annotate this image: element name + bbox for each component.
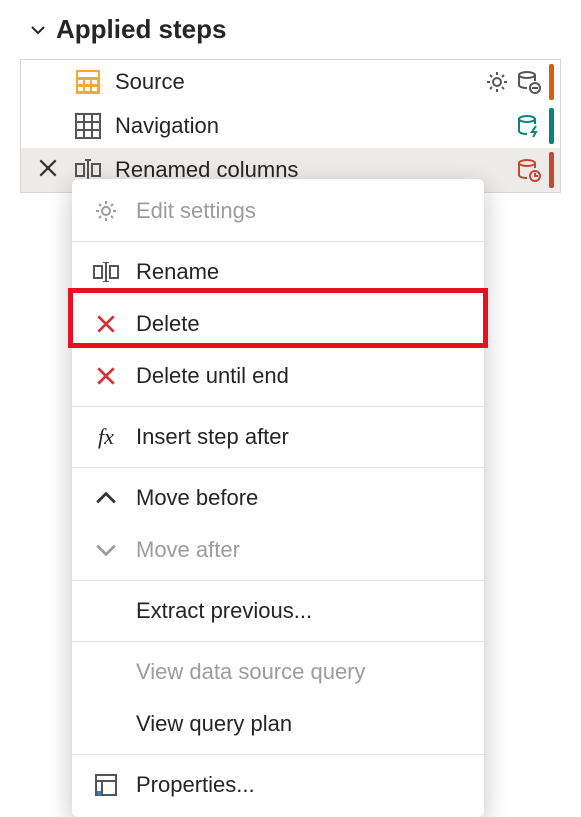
database-bolt-icon[interactable] (517, 114, 541, 138)
menu-label: Extract previous... (136, 598, 312, 624)
status-stripe (549, 64, 554, 100)
menu-label: Delete (136, 311, 200, 337)
gear-icon (92, 197, 120, 225)
step-label: Source (115, 69, 485, 95)
table-source-icon (75, 69, 101, 95)
menu-item-view-query-plan[interactable]: View query plan (72, 698, 484, 750)
step-label: Navigation (115, 113, 517, 139)
status-stripe (549, 152, 554, 188)
menu-item-properties[interactable]: Properties... (72, 759, 484, 811)
step-context-menu: Edit settings Rename Delete Delete until… (72, 179, 484, 817)
menu-item-edit-settings: Edit settings (72, 185, 484, 237)
menu-label: Move after (136, 537, 240, 563)
step-right-icons (485, 64, 560, 100)
close-icon (92, 310, 120, 338)
menu-separator (72, 580, 484, 581)
step-row-navigation[interactable]: Navigation (21, 104, 560, 148)
menu-label: Insert step after (136, 424, 289, 450)
rename-icon (92, 258, 120, 286)
menu-label: Move before (136, 485, 258, 511)
section-title: Applied steps (56, 14, 226, 45)
step-right-icons (517, 152, 560, 188)
menu-item-extract-previous[interactable]: Extract previous... (72, 585, 484, 637)
applied-steps-header[interactable]: Applied steps (0, 0, 581, 53)
delete-step-icon[interactable] (37, 157, 63, 183)
menu-separator (72, 467, 484, 468)
menu-item-move-after: Move after (72, 524, 484, 576)
menu-item-delete[interactable]: Delete (72, 298, 484, 350)
applied-steps-panel: Source Navigation (20, 59, 561, 193)
fx-icon: fx (92, 423, 120, 451)
menu-item-delete-until-end[interactable]: Delete until end (72, 350, 484, 402)
blank-icon (92, 658, 120, 686)
chevron-down-icon (92, 536, 120, 564)
status-stripe (549, 108, 554, 144)
blank-icon (92, 597, 120, 625)
step-row-source[interactable]: Source (21, 60, 560, 104)
properties-icon (92, 771, 120, 799)
database-minus-icon[interactable] (517, 70, 541, 94)
chevron-down-icon (30, 22, 46, 38)
menu-label: Rename (136, 259, 219, 285)
menu-item-move-before[interactable]: Move before (72, 472, 484, 524)
menu-label: View query plan (136, 711, 292, 737)
table-icon (75, 113, 101, 139)
menu-separator (72, 754, 484, 755)
close-icon (92, 362, 120, 390)
blank-icon (92, 710, 120, 738)
menu-label: View data source query (136, 659, 366, 685)
database-clock-icon[interactable] (517, 158, 541, 182)
chevron-up-icon (92, 484, 120, 512)
menu-separator (72, 406, 484, 407)
gear-icon[interactable] (485, 70, 509, 94)
menu-label: Properties... (136, 772, 255, 798)
menu-item-view-data-source-query: View data source query (72, 646, 484, 698)
step-right-icons (517, 108, 560, 144)
menu-item-insert-step-after[interactable]: fx Insert step after (72, 411, 484, 463)
menu-label: Delete until end (136, 363, 289, 389)
menu-separator (72, 641, 484, 642)
menu-item-rename[interactable]: Rename (72, 246, 484, 298)
menu-label: Edit settings (136, 198, 256, 224)
menu-separator (72, 241, 484, 242)
